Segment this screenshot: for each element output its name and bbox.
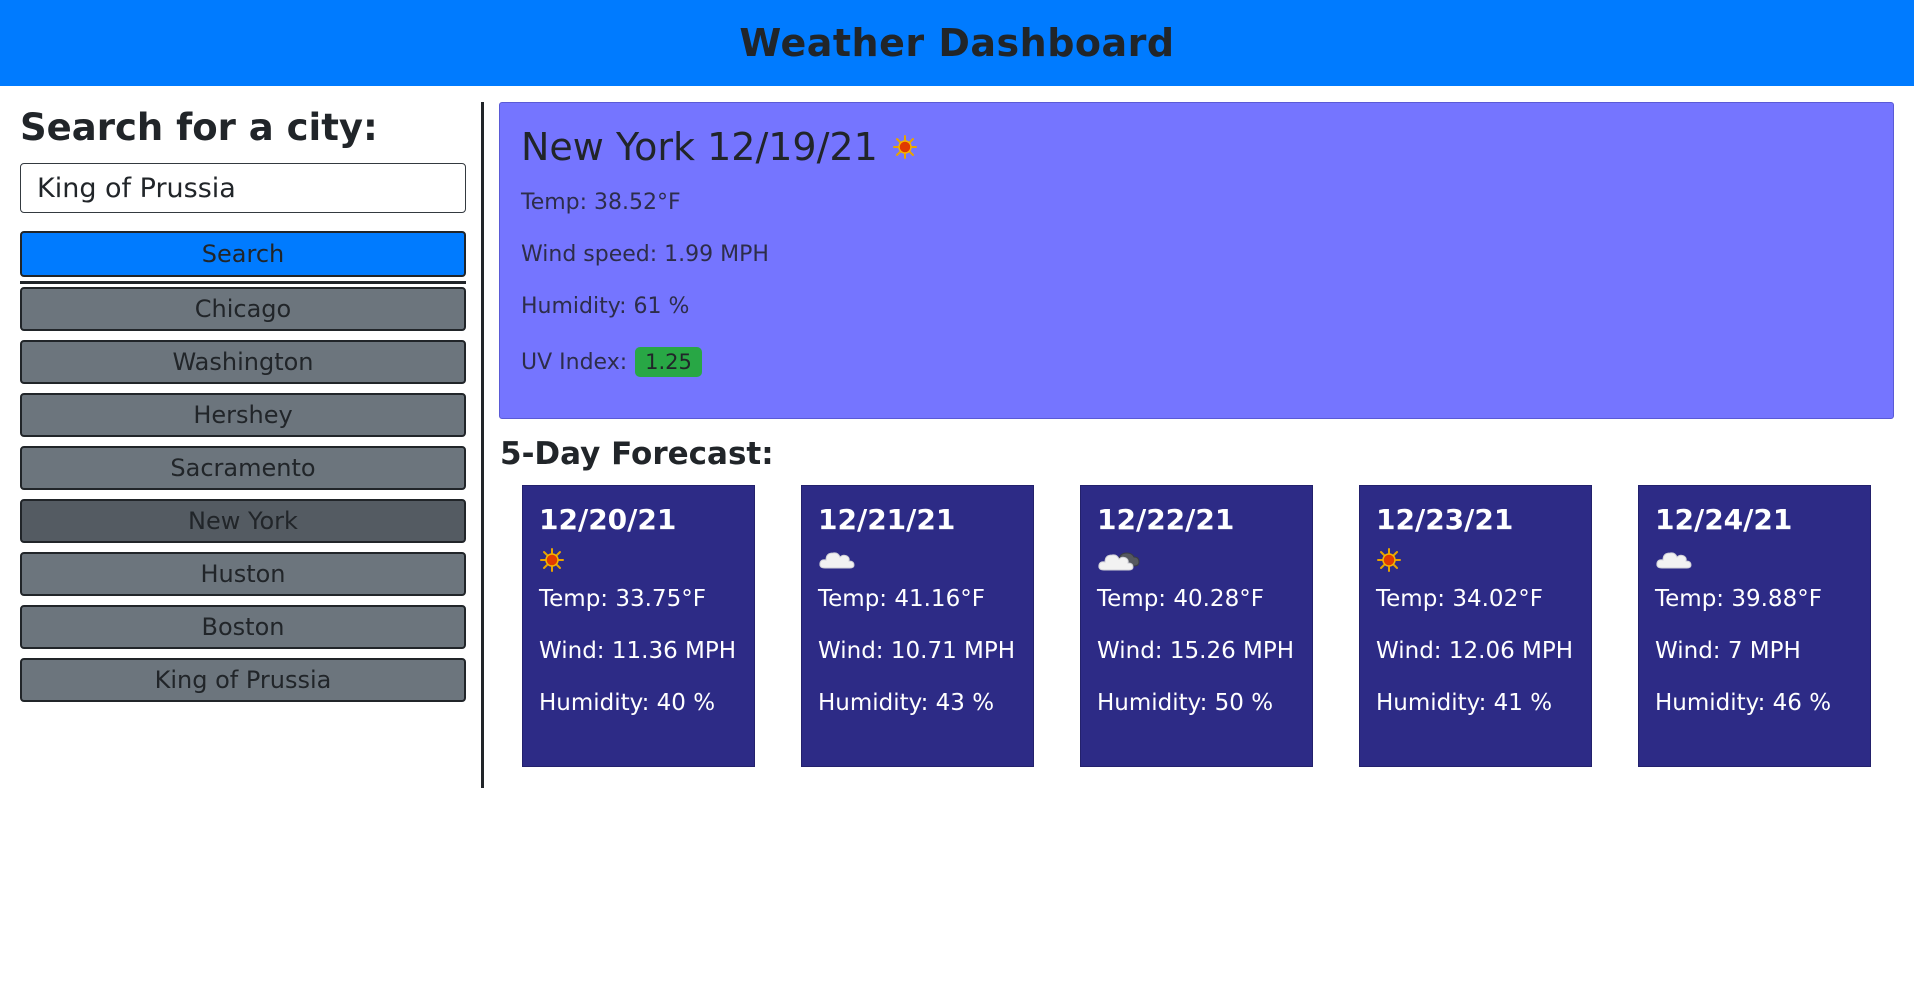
forecast-wind: Wind: 12.06 MPH xyxy=(1376,638,1574,664)
forecast-wind: Wind: 11.36 MPH xyxy=(539,638,737,664)
forecast-row: 12/20/21 Temp: 33.75°F Wind: 11.36 MPH H… xyxy=(522,485,1872,767)
current-uv-row: UV Index: 1.25 xyxy=(521,347,1872,377)
sidebar: Search for a city: Search Chicago Washin… xyxy=(20,106,466,702)
sun-icon xyxy=(892,134,918,160)
cloud-icon xyxy=(818,548,856,572)
forecast-humidity: Humidity: 41 % xyxy=(1376,690,1553,716)
history-city-button[interactable]: Huston xyxy=(20,552,466,596)
forecast-heading: 5-Day Forecast: xyxy=(500,436,774,472)
history-city-button[interactable]: Washington xyxy=(20,340,466,384)
forecast-card: 12/23/21 Temp: 34.02°F Wind: 12.06 MPH H… xyxy=(1359,485,1592,767)
search-heading: Search for a city: xyxy=(20,106,378,149)
forecast-card: 12/22/21 Temp: 40.28°F Wind: 15.26 MPH H… xyxy=(1080,485,1313,767)
forecast-card: 12/21/21 Temp: 41.16°F Wind: 10.71 MPH H… xyxy=(801,485,1034,767)
current-wind: Wind speed: 1.99 MPH xyxy=(521,242,769,267)
history-city-button[interactable]: Boston xyxy=(20,605,466,649)
forecast-humidity: Humidity: 46 % xyxy=(1655,690,1832,716)
history-city-button[interactable]: Hershey xyxy=(20,393,466,437)
current-humidity: Humidity: 61 % xyxy=(521,294,690,319)
current-weather-card: New York 12/19/21 Temp: 38.52°F Wind spe… xyxy=(499,102,1894,419)
forecast-date: 12/24/21 xyxy=(1655,503,1793,536)
cloud-icon xyxy=(1655,548,1693,572)
forecast-humidity: Humidity: 50 % xyxy=(1097,690,1274,716)
city-search-input[interactable] xyxy=(20,163,466,213)
forecast-temp: Temp: 41.16°F xyxy=(818,586,985,612)
uv-index-badge: 1.25 xyxy=(635,347,702,377)
sidebar-divider xyxy=(20,281,466,284)
forecast-date: 12/20/21 xyxy=(539,503,677,536)
current-city-date: New York 12/19/21 xyxy=(521,125,878,169)
forecast-temp: Temp: 33.75°F xyxy=(539,586,706,612)
forecast-wind: Wind: 15.26 MPH xyxy=(1097,638,1295,664)
search-button[interactable]: Search xyxy=(20,231,466,277)
forecast-temp: Temp: 39.88°F xyxy=(1655,586,1822,612)
history-city-button-active[interactable]: New York xyxy=(20,499,466,543)
uv-label: UV Index: xyxy=(521,349,628,375)
forecast-card: 12/24/21 Temp: 39.88°F Wind: 7 MPH Humid… xyxy=(1638,485,1871,767)
sun-icon xyxy=(1376,547,1402,573)
forecast-wind: Wind: 7 MPH xyxy=(1655,638,1801,664)
history-city-button[interactable]: King of Prussia xyxy=(20,658,466,702)
sun-icon xyxy=(539,547,565,573)
forecast-temp: Temp: 34.02°F xyxy=(1376,586,1543,612)
current-weather-title-row: New York 12/19/21 xyxy=(521,125,1872,169)
current-temp: Temp: 38.52°F xyxy=(521,190,681,215)
page-title: Weather Dashboard xyxy=(739,21,1175,65)
cloud-night-icon xyxy=(1097,547,1141,573)
history-city-button[interactable]: Sacramento xyxy=(20,446,466,490)
search-history-list: Chicago Washington Hershey Sacramento Ne… xyxy=(20,287,466,702)
page-header: Weather Dashboard xyxy=(0,0,1914,86)
forecast-temp: Temp: 40.28°F xyxy=(1097,586,1264,612)
forecast-date: 12/22/21 xyxy=(1097,503,1235,536)
forecast-humidity: Humidity: 40 % xyxy=(539,690,716,716)
forecast-date: 12/23/21 xyxy=(1376,503,1514,536)
forecast-humidity: Humidity: 43 % xyxy=(818,690,995,716)
forecast-card: 12/20/21 Temp: 33.75°F Wind: 11.36 MPH H… xyxy=(522,485,755,767)
history-city-button[interactable]: Chicago xyxy=(20,287,466,331)
vertical-divider xyxy=(481,102,484,788)
forecast-wind: Wind: 10.71 MPH xyxy=(818,638,1016,664)
forecast-date: 12/21/21 xyxy=(818,503,956,536)
